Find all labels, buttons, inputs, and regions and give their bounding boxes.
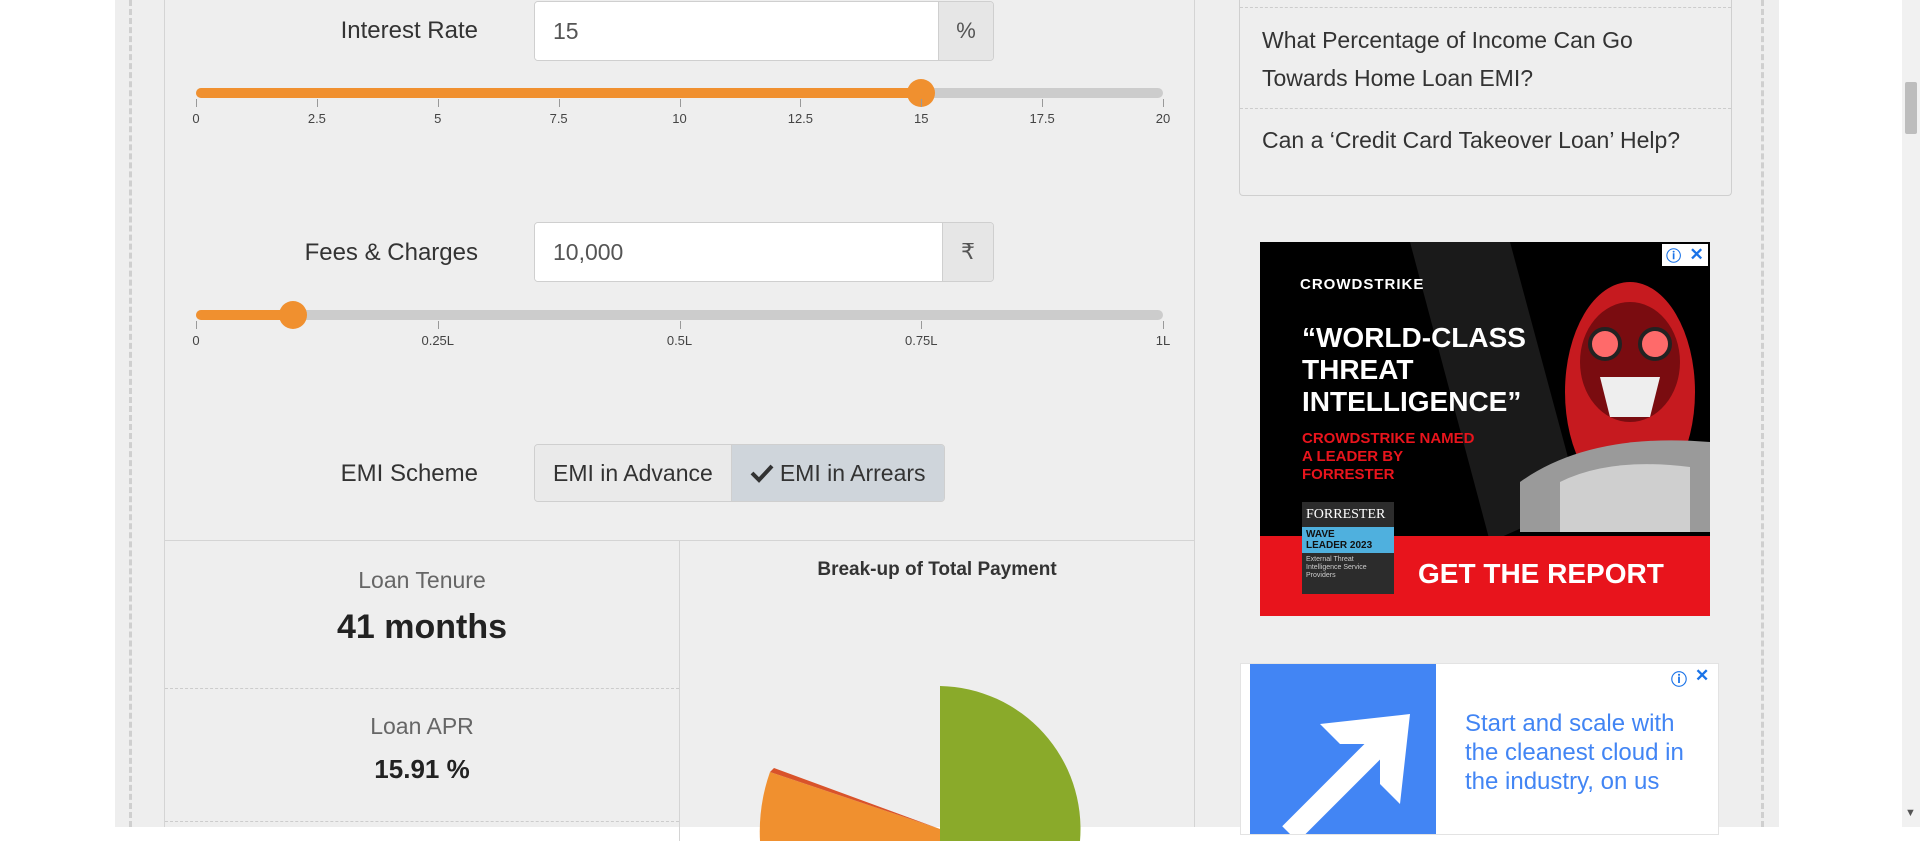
forrester-badge: FORRESTER WAVE LEADER 2023 External Thre… — [1302, 502, 1394, 594]
slider-tick — [921, 321, 923, 329]
slider-tick — [679, 321, 681, 329]
pie-chart — [759, 686, 1081, 841]
slider-tick-label: 12.5 — [787, 111, 814, 126]
loan-tenure-cell: Loan Tenure 41 months — [165, 541, 679, 689]
slider-tick — [437, 321, 439, 329]
ad-controls: ⓘ ✕ — [1662, 244, 1708, 266]
slider-tick-label: 1L — [1155, 333, 1171, 348]
ad-brand: CROWDSTRIKE — [1300, 276, 1425, 293]
dashed-border-left — [129, 0, 132, 827]
rupee-addon: ₹ — [942, 223, 993, 281]
related-articles-box: What Percentage of Income Can Go Towards… — [1239, 0, 1732, 196]
fees-input-group: ₹ — [534, 222, 994, 282]
slider-tick-label: 0 — [192, 111, 200, 126]
slider-ticks: 0 0.25L 0.5L 0.75L 1L — [192, 321, 1170, 351]
interest-rate-slider[interactable]: 0 2.5 5 7.5 10 12.5 15 17.5 20 — [192, 68, 1170, 129]
ad-subline: CROWDSTRIKE NAMED A LEADER BY FORRESTER — [1302, 430, 1475, 483]
loan-apr-cell: Loan APR 15.91 % — [165, 689, 679, 822]
ad-close-icon[interactable]: ✕ — [1690, 245, 1704, 265]
slider-tick-label: 0.5L — [666, 333, 693, 348]
slider-tick — [679, 99, 681, 107]
slider-tick-label: 17.5 — [1029, 111, 1055, 126]
slider-tick — [1163, 99, 1164, 107]
loan-apr-value: 15.91 % — [374, 754, 470, 784]
loan-apr-label: Loan APR — [370, 713, 474, 739]
page-scrollbar[interactable]: ▼ — [1902, 0, 1920, 827]
results-summary: Loan Tenure 41 months Loan APR 15.91 % — [165, 541, 680, 841]
slider-fill — [196, 88, 922, 98]
emi-in-advance-button[interactable]: EMI in Advance — [535, 445, 731, 501]
interest-rate-input-group: % — [534, 1, 994, 61]
ad-info-icon[interactable]: ⓘ — [1671, 666, 1687, 690]
ad-headline: “WORLD-CLASS THREAT INTELLIGENCE” — [1302, 322, 1526, 417]
interest-rate-label: Interest Rate — [340, 17, 478, 44]
slider-tick — [196, 99, 197, 107]
slider-tick — [196, 321, 197, 329]
fees-label: Fees & Charges — [304, 239, 478, 266]
slider-tick-label: 0 — [192, 333, 200, 348]
fees-input[interactable] — [535, 223, 942, 281]
slider-tick — [437, 99, 439, 107]
percent-addon: % — [938, 2, 993, 60]
loan-tenure-value: 41 months — [336, 608, 508, 646]
divider — [1240, 7, 1731, 8]
slider-tick-label: 2.5 — [307, 111, 326, 126]
slider-tick-label: 15 — [914, 111, 929, 126]
slider-tick-label: 0.25L — [421, 333, 455, 348]
slider-tick-label: 0.75L — [904, 333, 938, 348]
interest-rate-input[interactable] — [535, 2, 938, 60]
results-section: Loan Tenure 41 months Loan APR 15.91 % B… — [165, 540, 1194, 841]
slider-ticks: 0 2.5 5 7.5 10 12.5 15 17.5 20 — [192, 99, 1170, 129]
related-link-credit-card-takeover[interactable]: Can a ‘Credit Card Takeover Loan’ Help? — [1262, 121, 1712, 159]
arrow-icon — [1282, 714, 1410, 834]
slider-tick — [1042, 99, 1044, 107]
emi-scheme-toggle: EMI in Advance EMI in Arrears — [534, 444, 945, 502]
slider-tick — [800, 99, 802, 107]
cloud-ad-image — [1250, 664, 1436, 834]
emi-scheme-label: EMI Scheme — [340, 460, 478, 487]
ad-controls: ⓘ ✕ — [1671, 666, 1709, 690]
slider-tick — [1163, 321, 1164, 329]
slider-tick-label: 7.5 — [549, 111, 568, 126]
ad-cta-text: GET THE REPORT — [1418, 558, 1664, 589]
slider-track — [196, 310, 1163, 320]
cloud-ad[interactable]: Start and scale with the cleanest cloud … — [1240, 663, 1719, 835]
ad-info-icon[interactable]: ⓘ — [1666, 245, 1681, 266]
related-link-emi-income[interactable]: What Percentage of Income Can Go Towards… — [1262, 21, 1712, 97]
slider-tick — [921, 99, 923, 107]
emi-calculator-panel: Interest Rate % 0 2.5 5 7.5 10 12.5 15 17.5 20 F… — [164, 0, 1195, 841]
emi-in-arrears-button[interactable]: EMI in Arrears — [730, 445, 944, 501]
dashed-border-right — [1761, 0, 1764, 827]
check-icon — [750, 464, 774, 483]
cloud-ad-text: Start and scale with the cleanest cloud … — [1465, 710, 1684, 795]
payment-breakup-chart: Break-up of Total Payment — [680, 541, 1194, 841]
scroll-down-arrow-icon[interactable]: ▼ — [1905, 807, 1916, 819]
pie-slice-principal — [940, 686, 1081, 841]
pie-slice-interest — [759, 772, 940, 841]
ad-close-icon[interactable]: ✕ — [1695, 666, 1709, 690]
divider — [1240, 108, 1731, 109]
scrollbar-thumb[interactable] — [1905, 82, 1917, 134]
crowdstrike-ad[interactable]: CROWDSTRIKE “WORLD-CLASS THREAT INTELLIG… — [1260, 242, 1710, 616]
slider-tick-label: 20 — [1155, 111, 1171, 126]
slider-tick — [558, 99, 560, 107]
slider-tick-label: 5 — [434, 111, 442, 126]
fees-slider[interactable]: 0 0.25L 0.5L 0.75L 1L — [192, 290, 1170, 351]
slider-tick-label: 10 — [672, 111, 687, 126]
slider-tick — [316, 99, 318, 107]
loan-tenure-label: Loan Tenure — [358, 567, 486, 593]
